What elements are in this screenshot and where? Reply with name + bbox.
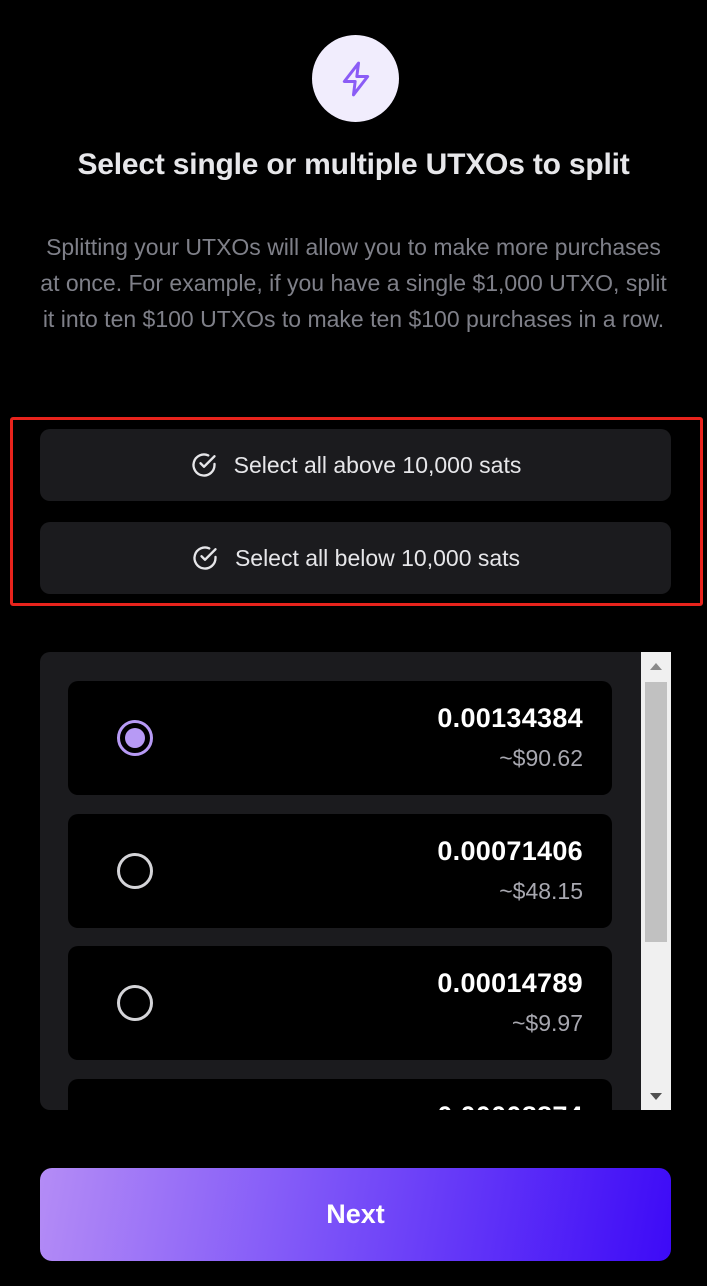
split-utxos-page: Select single or multiple UTXOs to split…: [0, 0, 707, 1286]
scroll-thumb[interactable]: [645, 682, 667, 942]
utxo-item[interactable]: 0.00014789 ~$9.97: [68, 946, 612, 1060]
scroll-down-arrow[interactable]: [641, 1082, 671, 1110]
utxo-usd-amount: ~$90.62: [499, 745, 583, 771]
select-all-below-button[interactable]: Select all below 10,000 sats: [40, 522, 671, 594]
radio-unselected[interactable]: [117, 985, 153, 1021]
next-button[interactable]: Next: [40, 1168, 671, 1261]
check-circle-icon: [190, 451, 218, 479]
radio-selected[interactable]: [117, 720, 153, 756]
check-circle-icon: [191, 544, 219, 572]
utxo-btc-amount: 0.00134384: [437, 703, 583, 733]
utxo-usd-amount: ~$48.15: [499, 878, 583, 904]
radio-unselected[interactable]: [117, 853, 153, 889]
utxo-item[interactable]: 0.00134384 ~$90.62: [68, 681, 612, 795]
select-all-below-label: Select all below 10,000 sats: [234, 544, 521, 571]
utxo-item[interactable]: 0.00071406 ~$48.15: [68, 814, 612, 928]
scroll-up-arrow[interactable]: [641, 652, 671, 680]
utxo-btc-amount: 0.00008874: [437, 1101, 583, 1110]
utxo-btc-amount: 0.00014789: [437, 968, 583, 998]
select-all-above-button[interactable]: Select all above 10,000 sats: [40, 429, 671, 501]
lightning-icon: [312, 35, 399, 122]
utxo-item[interactable]: 0.00008874: [68, 1079, 612, 1110]
page-title: Select single or multiple UTXOs to split: [77, 148, 630, 181]
select-all-above-label: Select all above 10,000 sats: [233, 451, 522, 478]
list-scrollbar[interactable]: [641, 652, 671, 1110]
utxo-btc-amount: 0.00071406: [437, 836, 583, 866]
utxo-list: 0.00134384 ~$90.62 0.00071406 ~$48.15 0.…: [40, 652, 671, 1110]
page-description: Splitting your UTXOs will allow you to m…: [40, 234, 667, 332]
utxo-usd-amount: ~$9.97: [512, 1010, 583, 1036]
